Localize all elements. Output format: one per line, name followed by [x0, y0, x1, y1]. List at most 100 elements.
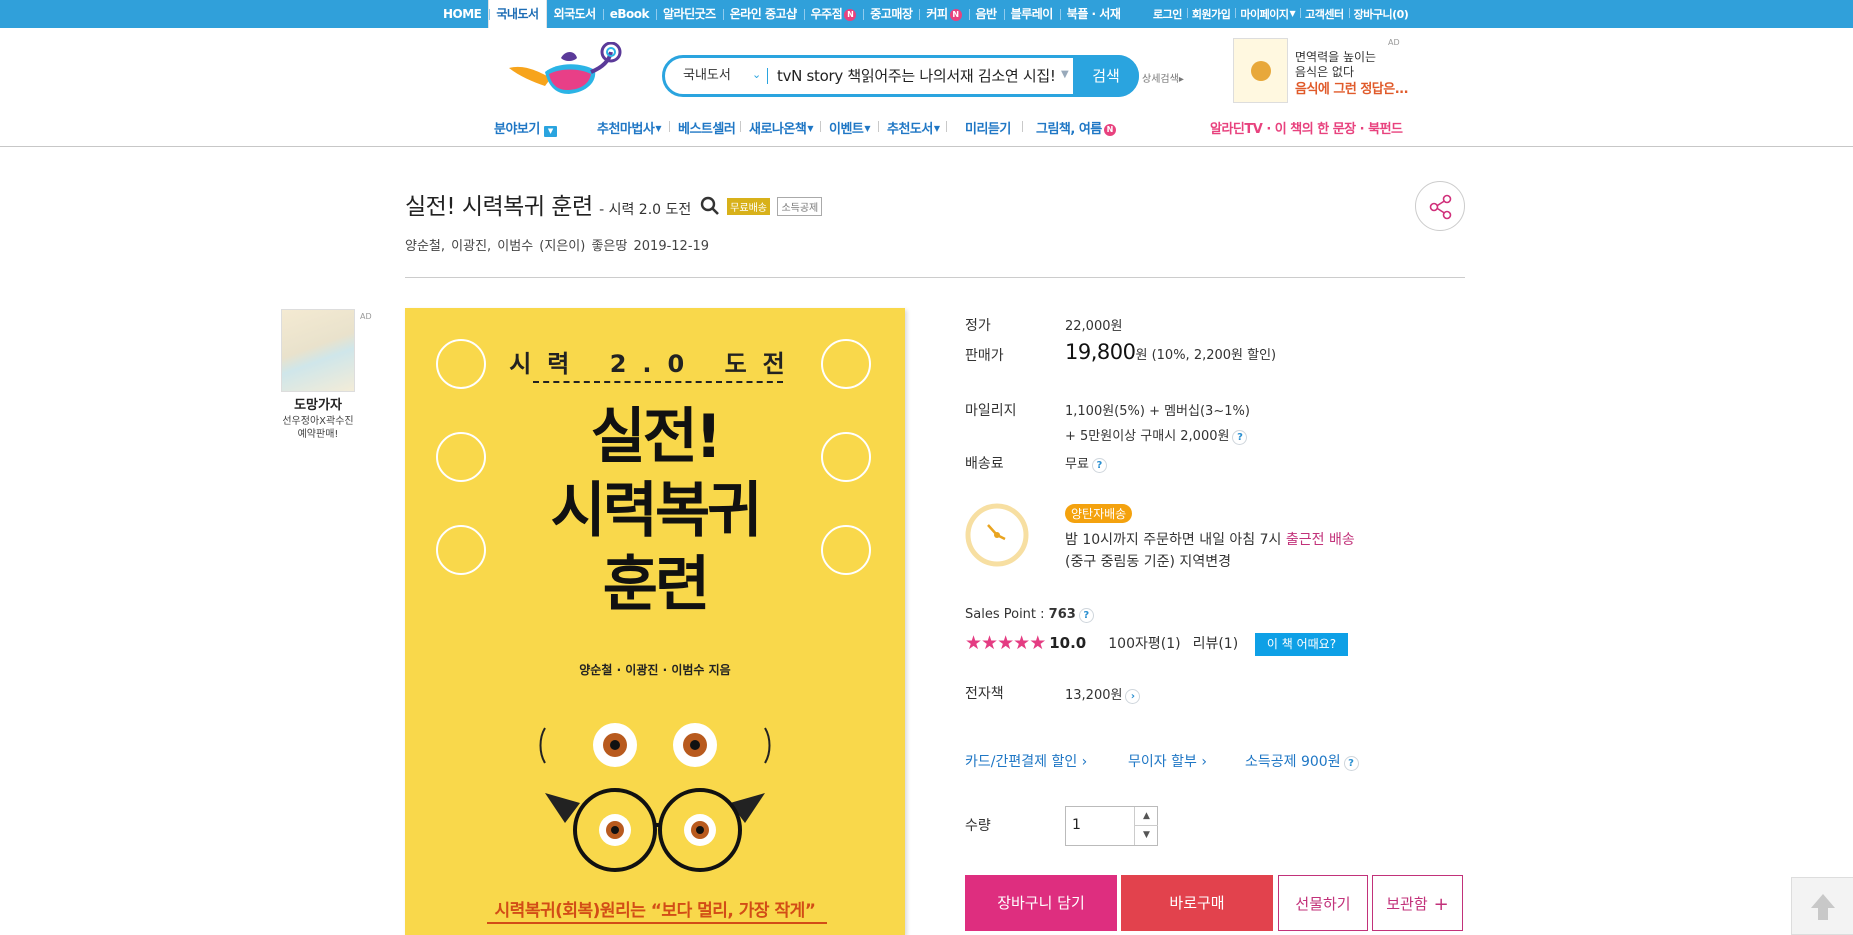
- caret-down-icon: ▼: [807, 124, 813, 133]
- ad-book-thumbnail: [1233, 38, 1288, 103]
- help-icon[interactable]: ?: [1091, 458, 1107, 473]
- advanced-search-link[interactable]: 상세검색▸: [1142, 70, 1184, 85]
- side-ad-line-3: 예약판매!: [297, 429, 339, 440]
- customer-center-link[interactable]: 고객센터: [1300, 6, 1348, 22]
- shipping-value-row: 무료?: [1065, 453, 1107, 473]
- header-ad[interactable]: 면역력을 높이는 음식은 없다 음식에 그런 정답은... AD: [1233, 38, 1409, 104]
- nav-ebook[interactable]: eBook: [602, 0, 656, 28]
- book-subtitle: - 시력 2.0 도전: [599, 202, 692, 218]
- cat-new-books[interactable]: 새로나온책▼: [749, 118, 813, 137]
- reviews-link[interactable]: 리뷰(1): [1193, 633, 1239, 653]
- login-link[interactable]: 로그인: [1148, 6, 1187, 22]
- search-button[interactable]: 검색: [1073, 55, 1139, 97]
- help-icon[interactable]: ?: [1343, 756, 1359, 771]
- user-menu: 로그인 회원가입 마이페이지▼ 고객센터 장바구니(0): [1148, 0, 1413, 28]
- search-icon[interactable]: [700, 196, 720, 220]
- dropdown-arrow-icon[interactable]: ▼: [1061, 69, 1069, 80]
- cart-link[interactable]: 장바구니(0): [1348, 6, 1414, 22]
- nav-used-store[interactable]: 중고매장: [863, 0, 919, 28]
- star-icon: ★: [997, 632, 1014, 654]
- header-divider: [0, 146, 1853, 147]
- nav-domestic-books[interactable]: 국내도서: [488, 0, 547, 28]
- chevron-right-icon: ›: [1201, 754, 1207, 770]
- add-to-cart-button[interactable]: 장바구니 담기: [965, 875, 1117, 931]
- nav-used-shop[interactable]: 온라인 중고샵: [722, 0, 804, 28]
- tax-deduction-link[interactable]: 소득공제 900원?: [1245, 751, 1359, 771]
- cat-bestseller[interactable]: 베스트셀러: [678, 118, 736, 137]
- browse-categories[interactable]: 분야보기 ▼: [494, 118, 557, 137]
- mypage-label: 마이페이지: [1240, 8, 1289, 21]
- quantity-label: 수량: [965, 818, 991, 834]
- search-input[interactable]: tvN story 책읽어주는 나의서재 김소연 시집!: [777, 58, 1056, 94]
- free-shipping-tag: 무료배송: [727, 198, 770, 215]
- quantity-spinner: ▲ ▼: [1134, 807, 1158, 845]
- cat-label: 추천마법사: [597, 122, 655, 137]
- share-icon: [1429, 194, 1452, 220]
- book-publisher[interactable]: 좋은땅: [591, 239, 627, 254]
- buy-now-button[interactable]: 바로구매: [1121, 875, 1273, 931]
- how-is-this-book-button[interactable]: 이 책 어때요?: [1255, 633, 1348, 656]
- help-icon[interactable]: ?: [1232, 430, 1248, 445]
- divider: [946, 121, 947, 132]
- aladin-tv-links[interactable]: 알라딘TV · 이 책의 한 문장 · 북펀드: [1210, 118, 1403, 137]
- cat-picture-books[interactable]: 그림책, 여름 N: [1036, 118, 1116, 137]
- mypage-link[interactable]: 마이페이지▼: [1235, 6, 1300, 22]
- nav-coffee[interactable]: 커피 N: [919, 0, 968, 28]
- signup-link[interactable]: 회원가입: [1186, 6, 1235, 22]
- link-label: 카드/간편결제 할인: [965, 754, 1078, 770]
- nav-goods[interactable]: 알라딘굿즈: [656, 0, 723, 28]
- cat-recommended[interactable]: 추천도서▼: [887, 118, 940, 137]
- nav-music[interactable]: 음반: [968, 0, 1004, 28]
- nav-bluray[interactable]: 블루레이: [1003, 0, 1060, 28]
- cat-label: 그림책, 여름: [1036, 122, 1102, 137]
- chevron-down-icon[interactable]: ⌄: [752, 68, 761, 81]
- nav-space-store-label: 우주점: [810, 7, 843, 21]
- cover-circle-icon: [436, 432, 486, 482]
- quantity-stepper: 1 ▲ ▼: [1065, 806, 1158, 846]
- cat-recommend-wizard[interactable]: 추천마법사▼: [597, 118, 661, 137]
- delivery-region[interactable]: (중구 중림동 기준) 지역변경: [1065, 551, 1231, 571]
- divider: [820, 121, 821, 132]
- card-discount-link[interactable]: 카드/간편결제 할인 ›: [965, 751, 1087, 771]
- nav-space-store[interactable]: 우주점 N: [803, 0, 864, 28]
- chevron-down-icon[interactable]: ▼: [1135, 826, 1158, 845]
- caret-down-icon: ▼: [1289, 9, 1296, 18]
- nav-bookple[interactable]: 북플 · 서재: [1059, 0, 1128, 28]
- mileage-label: 마일리지: [965, 403, 1017, 419]
- new-badge: N: [949, 9, 962, 21]
- delivery-info: 밤 10시까지 주문하면 내일 아침 7시 출근전 배송: [1065, 529, 1355, 549]
- help-icon[interactable]: ?: [1078, 608, 1094, 623]
- rating-score: 10.0: [1049, 634, 1087, 652]
- arrow-up-icon: [1811, 894, 1835, 920]
- cat-events[interactable]: 이벤트▼: [829, 118, 871, 137]
- chevron-up-icon[interactable]: ▲: [1135, 807, 1158, 826]
- nav-home[interactable]: HOME: [436, 0, 488, 28]
- cat-preview-listen[interactable]: 미리듣기: [965, 118, 1011, 137]
- scroll-to-top-button[interactable]: [1791, 877, 1853, 935]
- search-category-select[interactable]: 국내도서: [683, 58, 731, 94]
- cover-circle-icon: [821, 339, 871, 389]
- book-authors[interactable]: 양순철, 이광진, 이범수 (지은이): [405, 239, 585, 254]
- star-icon: ★: [1013, 632, 1030, 654]
- advanced-search-label: 상세검색: [1142, 74, 1179, 85]
- sale-price: 19,800: [1065, 340, 1136, 364]
- nav-foreign-books[interactable]: 외국도서: [547, 0, 603, 28]
- ad-line-3: 음식에 그런 정답은...: [1295, 82, 1409, 97]
- cat-label: 새로나온책: [749, 122, 807, 137]
- share-button[interactable]: [1415, 181, 1465, 231]
- browse-label: 분야보기: [494, 122, 540, 137]
- list-price: 22,000원: [1065, 319, 1123, 334]
- quantity-input[interactable]: 1: [1072, 817, 1081, 833]
- sales-point-label: Sales Point :: [965, 607, 1045, 622]
- short-reviews-link[interactable]: 100자평(1): [1108, 633, 1180, 653]
- gift-button[interactable]: 선물하기: [1278, 875, 1368, 931]
- aladin-logo[interactable]: [505, 41, 627, 100]
- installment-link[interactable]: 무이자 할부 ›: [1128, 751, 1207, 771]
- cover-circle-icon: [821, 525, 871, 575]
- wishlist-button[interactable]: 보관함 +: [1372, 875, 1463, 931]
- chevron-right-icon: ›: [1125, 689, 1141, 704]
- clock-icon: [965, 503, 1029, 567]
- title-divider: [405, 277, 1465, 278]
- ebook-price-row[interactable]: 13,200원 ›: [1065, 684, 1141, 704]
- book-cover-image[interactable]: 시력 2.0 도전 실전! 시력복귀 훈련 양순철 · 이광진 · 이범수 지음…: [405, 308, 905, 935]
